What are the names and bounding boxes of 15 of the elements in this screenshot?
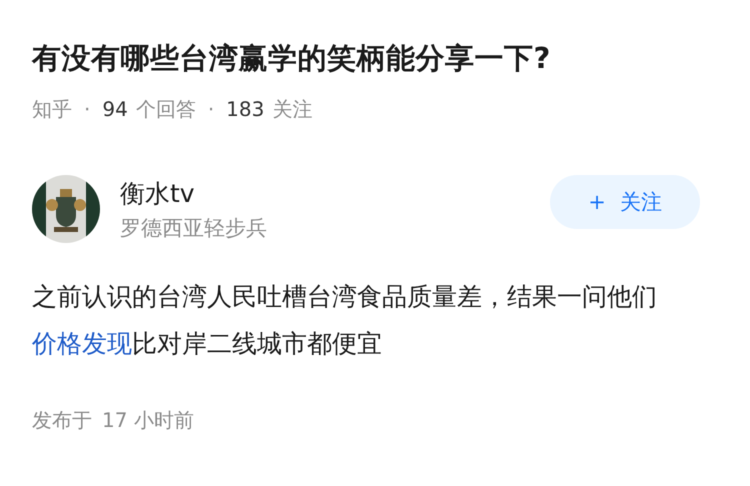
question-title: 有没有哪些台湾赢学的笑柄能分享一下?: [32, 40, 552, 77]
count-number: 183: [226, 97, 264, 121]
count-label: 关注: [272, 96, 312, 123]
publish-time: 17 小时前: [102, 407, 194, 434]
text-link[interactable]: 价格发现: [32, 329, 132, 358]
answer-text: 之前认识的台湾人民吐槽台湾食品质量差，结果一问他们 价格发现比对岸二线城市都便宜: [32, 281, 658, 360]
author-name[interactable]: 衡水tv: [120, 176, 550, 210]
author-bio: 罗德西亚轻步兵: [120, 214, 268, 242]
publish-label: 发布于: [32, 407, 92, 434]
separator-dot: ·: [84, 97, 90, 121]
source-name[interactable]: 知乎: [32, 96, 72, 123]
count-label: 个回答: [136, 96, 196, 123]
follow-button[interactable]: + 关注: [550, 175, 700, 229]
count-number: 94: [102, 97, 128, 121]
separator-dot: ·: [208, 97, 214, 121]
